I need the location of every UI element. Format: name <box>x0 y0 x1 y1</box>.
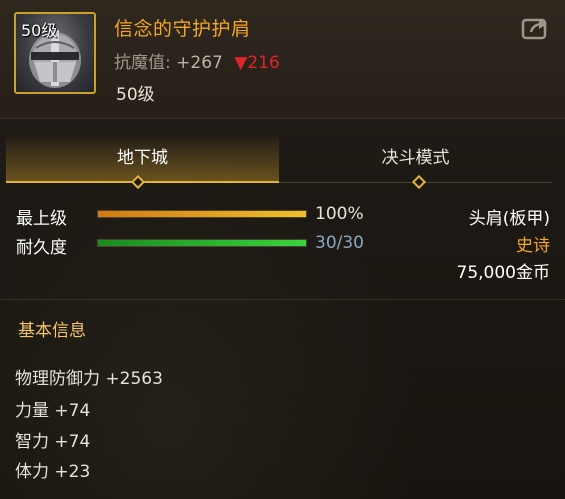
item-price: 75,000金币 <box>456 263 550 283</box>
header-divider <box>0 118 565 119</box>
durability-bar-fill <box>98 240 306 246</box>
max-level-bar-fill <box>98 211 306 217</box>
item-icon-frame: 50级 <box>14 12 96 94</box>
durability-bar <box>97 239 307 247</box>
basic-info-title: 基本信息 <box>18 321 86 341</box>
item-level-badge: 50级 <box>21 21 58 40</box>
durability-value: 30/30 <box>315 233 364 253</box>
mode-tabs: 地下城 决斗模式 <box>6 137 552 183</box>
attribute-line: 智力 +74 <box>15 432 91 452</box>
max-level-value: 100% <box>315 204 364 224</box>
required-level: 50级 <box>116 85 155 105</box>
share-export-icon[interactable] <box>521 16 551 40</box>
stat-label: 抗魔值: <box>114 53 171 73</box>
item-tooltip-panel: 50级 信念的守护护肩 抗魔值: +267 ▼216 50级 地下城 决斗模式 … <box>0 0 565 499</box>
attribute-line: 体力 +23 <box>15 462 91 482</box>
rarity-label: 史诗 <box>516 236 550 256</box>
stat-decrease-value: ▼216 <box>234 53 280 73</box>
durability-label: 耐久度 <box>16 238 67 258</box>
attribute-line: 力量 +74 <box>15 401 91 421</box>
tab-dungeon[interactable]: 地下城 <box>6 137 279 183</box>
item-name: 信念的守护护肩 <box>114 18 251 40</box>
equipment-slot: 头肩(板甲) <box>468 209 550 229</box>
section-divider <box>0 299 565 300</box>
max-level-bar <box>97 210 307 218</box>
attribute-line: 物理防御力 +2563 <box>15 369 163 389</box>
stat-plus-value: +267 <box>176 53 223 73</box>
max-level-label: 最上级 <box>16 209 67 229</box>
magic-resistance-stat: 抗魔值: +267 ▼216 <box>114 48 280 73</box>
tab-duel-mode[interactable]: 决斗模式 <box>279 137 552 183</box>
